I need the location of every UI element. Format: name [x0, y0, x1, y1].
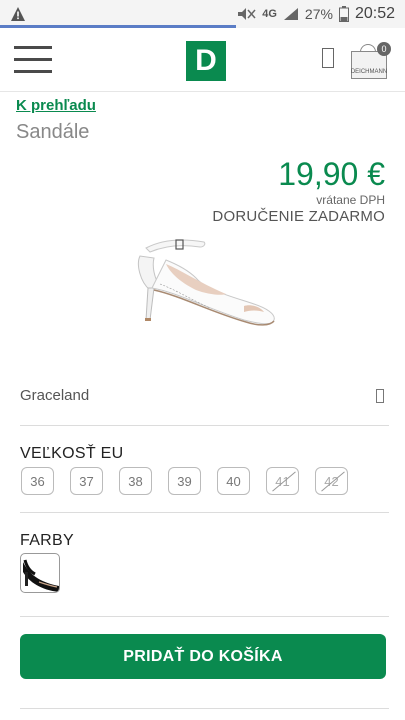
black-sandal-thumbnail-icon [23, 559, 59, 592]
warning-icon [11, 7, 25, 21]
size-option-39[interactable]: 39 [168, 467, 201, 495]
battery-icon [338, 6, 349, 22]
menu-button[interactable] [14, 46, 52, 74]
product-category: Sandále [16, 121, 90, 143]
divider [20, 708, 389, 709]
cart-count-badge: 0 [377, 42, 391, 56]
brand-name: Graceland [20, 387, 90, 404]
deichmann-logo[interactable]: D [186, 41, 226, 81]
vat-note: vrátane DPH [316, 193, 385, 207]
size-option-40[interactable]: 40 [217, 467, 250, 495]
divider [20, 425, 389, 426]
size-option-37[interactable]: 37 [70, 467, 103, 495]
colors-label: FARBY [20, 532, 74, 549]
signal-icon [283, 8, 298, 20]
menu-line-icon [14, 46, 52, 49]
top-navigation: D DEICHMANN 0 [0, 28, 405, 92]
bag-brand-label: DEICHMANN [350, 69, 388, 75]
divider [20, 616, 389, 617]
status-bar: 4G 27% 20:52 [0, 0, 405, 28]
divider [20, 512, 389, 513]
network-type: 4G [262, 8, 277, 20]
size-label: VEĽKOSŤ EU [20, 445, 124, 462]
cart-button[interactable]: DEICHMANN 0 [350, 42, 391, 82]
brand-info-icon[interactable] [376, 389, 384, 403]
product-price: 19,90 € [278, 156, 385, 192]
back-to-overview-link[interactable]: K prehľadu [16, 97, 96, 114]
size-option-41: 41 [266, 467, 299, 495]
clock: 20:52 [354, 5, 395, 22]
mute-icon [238, 8, 256, 20]
size-selector: 36 37 38 39 40 41 42 [21, 467, 348, 495]
status-icons: 4G 27% 20:52 [236, 4, 395, 24]
battery-percent: 27% [304, 6, 333, 22]
size-option-36[interactable]: 36 [21, 467, 54, 495]
product-image[interactable] [126, 220, 282, 338]
menu-line-icon [14, 70, 52, 73]
size-option-42: 42 [315, 467, 348, 495]
size-option-38[interactable]: 38 [119, 467, 152, 495]
account-icon[interactable] [322, 48, 334, 68]
color-swatch-black[interactable] [20, 553, 60, 593]
add-to-cart-button[interactable]: PRIDAŤ DO KOŠÍKA [20, 634, 386, 679]
menu-line-icon [14, 58, 52, 61]
